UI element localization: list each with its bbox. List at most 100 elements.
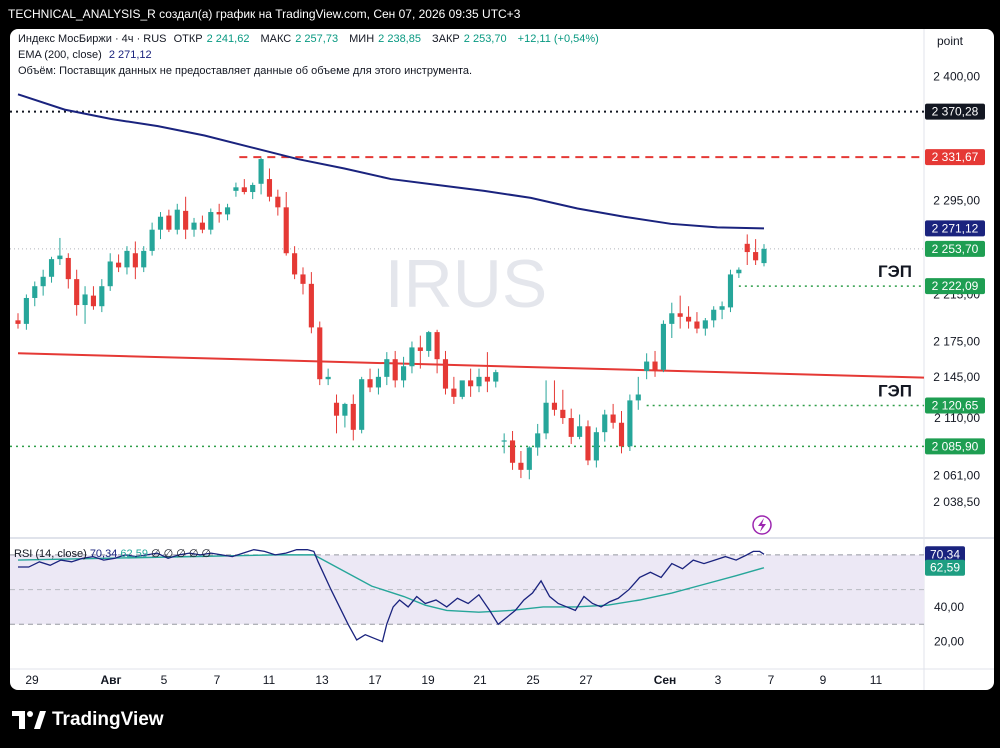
time-tick-label: 17	[368, 673, 382, 687]
chart-canvas[interactable]: IRUSpoint2 400,002 295,002 215,002 175,0…	[10, 29, 994, 690]
lightning-glyph	[758, 518, 766, 532]
time-tick-label: 27	[579, 673, 593, 687]
legend-volume-note: Объём: Поставщик данных не предоставляет…	[18, 65, 473, 77]
time-tick-label: 7	[768, 673, 775, 687]
candle-body	[468, 380, 474, 387]
candle-body	[753, 252, 759, 261]
candle-body	[183, 210, 189, 230]
candle-body	[627, 400, 633, 447]
price-tag-label: 2 085,90	[932, 439, 979, 453]
ema-value: 2 271,12	[108, 49, 152, 61]
ohlc-high: МАКС 2 257,73	[260, 33, 339, 45]
candle-body	[602, 414, 608, 433]
price-tag-label: 2 271,12	[932, 221, 979, 235]
time-tick-label: Сен	[654, 673, 677, 687]
candle-body	[711, 309, 717, 321]
candle-body	[434, 332, 440, 360]
candle-body	[694, 321, 700, 329]
screenshot-frame: TECHNICAL_ANALYSIS_R создал(а) график на…	[0, 0, 1000, 748]
candle-body	[727, 274, 734, 308]
ohlc-low: МИН 2 238,85	[349, 33, 421, 45]
candle-body	[367, 379, 373, 388]
candle-body	[191, 222, 197, 230]
time-tick-label: 13	[315, 673, 329, 687]
rsi-tick-label: 40,00	[934, 600, 964, 614]
time-tick-label: 21	[473, 673, 487, 687]
candle-body	[65, 257, 71, 280]
price-tag-label: 2 222,09	[932, 279, 979, 293]
candle-body	[116, 262, 122, 268]
candle-body	[308, 283, 314, 328]
candle-body	[359, 379, 365, 430]
candle-body	[409, 347, 415, 367]
candle-body	[384, 359, 390, 377]
brand-name: TradingView	[52, 709, 164, 730]
ohlc-close: ЗАКР 2 253,70	[432, 33, 507, 45]
candle-body	[300, 274, 306, 284]
price-change: +12,11 (+0,54%)	[517, 33, 599, 45]
time-tick-label: Авг	[100, 673, 121, 687]
candle-body	[216, 212, 222, 215]
candle-body	[442, 359, 449, 389]
price-tag-label: 2 120,65	[932, 399, 979, 413]
time-tick-label: 3	[715, 673, 722, 687]
candle-body	[501, 440, 507, 442]
candle-body	[107, 261, 113, 287]
candle-body	[577, 426, 583, 437]
tradingview-footer: TradingView	[12, 709, 164, 731]
symbol-title[interactable]: Индекс МосБиржи · 4ч · RUS	[18, 33, 167, 45]
time-tick-label: 9	[820, 673, 827, 687]
candle-body	[618, 422, 625, 447]
candle-body	[208, 212, 214, 230]
candle-body	[476, 376, 482, 387]
price-tick-label: 2 061,00	[933, 469, 980, 483]
candle-body	[48, 259, 55, 277]
tradingview-logo-icon	[12, 711, 46, 729]
rsi-ma-value: 62,59	[120, 548, 148, 560]
rsi-tag-label: 70,34	[930, 547, 960, 561]
candle-body	[652, 361, 658, 370]
price-tag-label: 2 370,28	[932, 105, 979, 119]
candle-body	[141, 250, 147, 268]
candle-body	[644, 361, 650, 371]
candle-body	[90, 295, 97, 307]
candle-body	[401, 366, 407, 381]
candle-body	[551, 402, 558, 410]
candle-body	[174, 209, 180, 230]
candle-body	[451, 388, 457, 397]
time-tick-label: 7	[214, 673, 221, 687]
price-tick-label: 2 295,00	[933, 193, 980, 207]
candle-body	[585, 426, 591, 461]
price-tag-label: 2 253,70	[932, 242, 979, 256]
time-tick-label: 29	[25, 673, 39, 687]
candle-body	[233, 187, 239, 191]
candle-body	[199, 222, 205, 230]
candle-body	[744, 243, 750, 253]
candle-body	[342, 403, 348, 416]
candle-body	[375, 376, 381, 388]
gap-annotation: ГЭП	[878, 382, 912, 401]
candle-body	[459, 380, 465, 397]
ema-line	[17, 93, 765, 230]
candle-body	[57, 255, 63, 260]
candle-body	[124, 250, 130, 268]
candle-body	[166, 215, 172, 230]
candle-body	[325, 376, 331, 380]
candle-body	[518, 462, 524, 470]
candle-body	[149, 229, 155, 251]
candle-body	[258, 159, 264, 184]
time-tick-label: 5	[161, 673, 168, 687]
candle-body	[250, 184, 256, 193]
candle-body	[392, 359, 398, 381]
candle-body	[292, 253, 298, 275]
candle-body	[132, 253, 138, 268]
axis-unit-label: point	[937, 34, 964, 48]
candle-body	[568, 418, 574, 437]
price-tick-label: 2 038,50	[933, 495, 980, 509]
candle-body	[241, 187, 247, 193]
legend-line-ema[interactable]: EMA (200, close) 2 271,12	[18, 49, 156, 61]
watermark-text: IRUS	[385, 246, 547, 322]
chart-panel[interactable]: IRUS point 2 400,00 2 295,00 2 215,00 2 175,0…	[10, 29, 994, 690]
candle-body	[509, 440, 516, 463]
rsi-legend[interactable]: RSI (14, close) 70,34 62,59 ∅ ∅ ∅ ∅ ∅	[14, 547, 211, 560]
